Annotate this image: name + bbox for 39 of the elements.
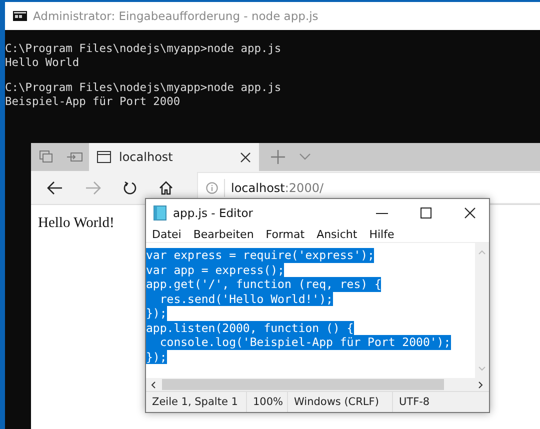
status-text: Zeile 1, Spalte 1: [146, 392, 247, 412]
scroll-up-icon[interactable]: [478, 249, 486, 255]
chevron-down-icon[interactable]: [299, 153, 311, 161]
home-icon[interactable]: [159, 180, 173, 194]
console-line: Hello World: [5, 56, 80, 69]
scroll-left-icon[interactable]: [150, 380, 156, 388]
window-title: app.js - Editor: [173, 206, 253, 220]
status-text: UTF-8: [398, 395, 431, 410]
maximize-icon[interactable]: [420, 206, 432, 218]
window-title: Administrator: Eingabeaufforderung - node app.js: [33, 9, 318, 23]
refresh-icon[interactable]: [123, 180, 137, 194]
console-line: Beispiel-App für Port 2000: [5, 94, 182, 108]
close-icon[interactable]: [240, 152, 251, 162]
page-icon: [97, 151, 111, 163]
console-line: C:\Program Files\nodejs\myapp>node app.js: [5, 42, 282, 56]
scrollbar-thumb[interactable]: [162, 379, 444, 390]
menu-item[interactable]: Ansicht: [316, 228, 358, 240]
menu-item[interactable]: Bearbeiten: [193, 228, 254, 240]
tabs-icon[interactable]: [39, 150, 53, 164]
horizontal-scrollbar[interactable]: [146, 378, 489, 391]
menu-item[interactable]: Hilfe: [369, 228, 394, 240]
status-text: Windows (CRLF): [288, 392, 393, 412]
scroll-down-icon[interactable]: [478, 366, 486, 372]
status-text: 100%: [247, 392, 288, 412]
page-text: Hello World!: [38, 215, 116, 232]
scroll-right-icon[interactable]: [478, 380, 484, 388]
menu-item[interactable]: Datei: [152, 228, 182, 240]
console-line: C:\Program Files\nodejs\myapp>node app.js: [5, 81, 282, 94]
plus-icon[interactable]: [271, 150, 285, 164]
back-icon[interactable]: [47, 180, 63, 194]
tab-aside-icon[interactable]: [67, 150, 83, 164]
close-icon[interactable]: [464, 206, 476, 218]
vertical-scrollbar[interactable]: [475, 243, 489, 378]
notepad-icon: [153, 204, 167, 220]
menu-item[interactable]: Format: [266, 228, 305, 240]
terminal-icon: [13, 11, 27, 21]
browser-tab[interactable]: localhost: [89, 143, 259, 171]
forward-icon[interactable]: [85, 180, 101, 194]
info-icon: [206, 182, 218, 194]
